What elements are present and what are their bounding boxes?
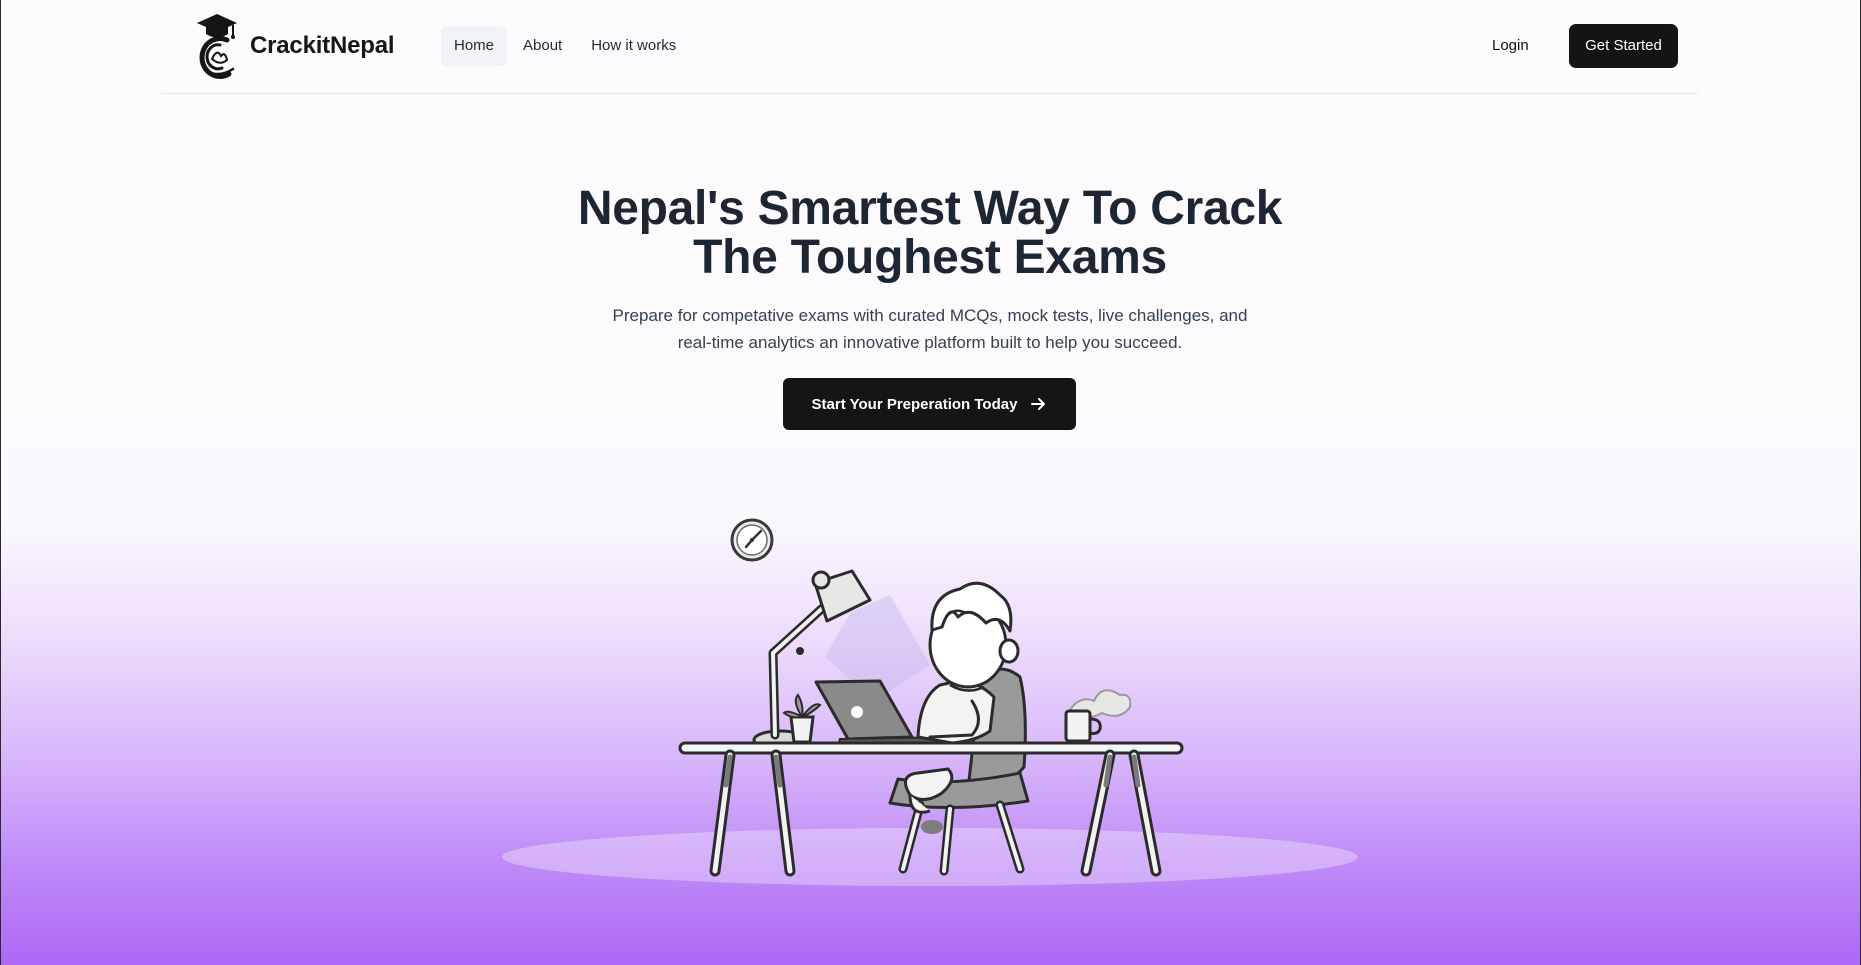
brand-logo-link[interactable]: CrackitNepal (189, 12, 395, 80)
hero-subtitle: Prepare for competative exams with curat… (580, 302, 1280, 356)
main-nav: Home About How it works (441, 26, 692, 66)
hero-subtitle-line-1: Prepare for competative exams with curat… (612, 306, 1248, 325)
hero-title: Nepal's Smartest Way To Crack The Toughe… (430, 184, 1430, 282)
nav-link-about[interactable]: About (510, 26, 575, 66)
start-preparation-button[interactable]: Start Your Preperation Today (783, 378, 1076, 430)
clock-icon (730, 518, 774, 562)
window-border-left (0, 0, 1, 965)
arrow-right-icon (1029, 395, 1047, 413)
graduation-cap-logo-icon (189, 12, 245, 80)
get-started-button[interactable]: Get Started (1569, 24, 1678, 68)
hero-title-line-1: Nepal's Smartest Way To Crack (577, 182, 1283, 235)
nav-link-how-it-works[interactable]: How it works (578, 26, 689, 66)
login-link[interactable]: Login (1492, 26, 1529, 66)
brand-name: CrackitNepal (250, 32, 395, 59)
top-navbar: CrackitNepal Home About How it works Log… (161, 0, 1698, 94)
hero-subtitle-line-2: real-time analytics an innovative platfo… (677, 333, 1183, 352)
coffee-mug-icon (1064, 689, 1132, 743)
hero-title-line-2: The Toughest Exams (693, 231, 1167, 284)
nav-link-home[interactable]: Home (441, 26, 508, 66)
student-studying-illustration (480, 505, 1380, 905)
cta-label: Start Your Preperation Today (811, 395, 1018, 413)
